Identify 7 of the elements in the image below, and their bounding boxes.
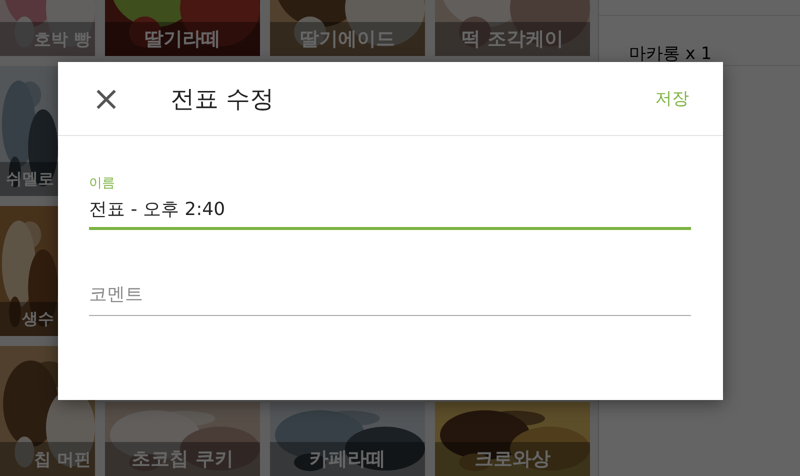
dialog-title: 전표 수정 xyxy=(170,84,276,114)
name-field[interactable]: 전표 - 오후 2:40 xyxy=(89,192,691,230)
comment-field[interactable]: 코멘트 xyxy=(89,278,691,316)
save-button[interactable]: 저장 xyxy=(643,81,701,116)
close-button[interactable]: × xyxy=(86,82,126,116)
order-item[interactable]: 마카롱 x 1 xyxy=(629,42,712,65)
field-label: 이름 xyxy=(89,175,116,192)
